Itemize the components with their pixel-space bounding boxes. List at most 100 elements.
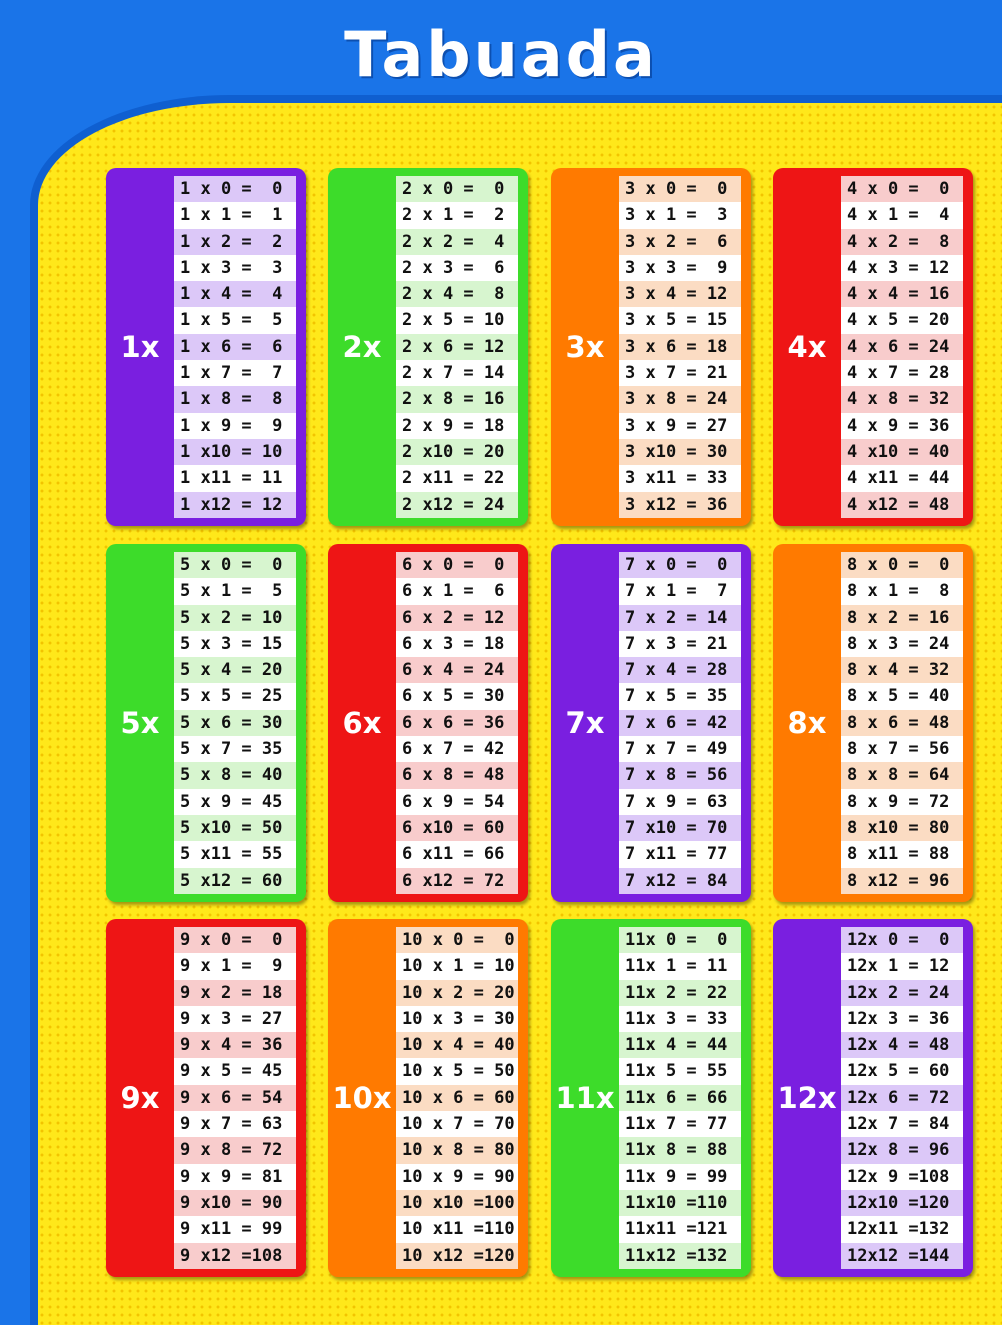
table-row: 9 x 9 = 81 [174,1163,296,1190]
times-table-card: 11x 11x 0 = 0 11x 1 = 11 11x 2 = 22 11x 3 = … [551,919,751,1277]
table-label: 8x [787,706,827,740]
table-row: 8 x10 = 80 [841,814,963,842]
times-table-card: 9x 9 x 0 = 09 x 1 = 99 x 2 = 18 9 x 3 = 27… [106,919,306,1277]
table-row: 2 x10 = 20 [396,438,518,466]
table-row: 1 x 3 = 3 [174,254,296,282]
table-row: 8 x 7 = 56 [841,736,963,763]
table-row: 11x 5 = 55 [619,1058,741,1085]
table-row: 9 x 4 = 36 [174,1032,296,1059]
table-row: 8 x 9 = 72 [841,788,963,815]
table-row: 7 x 3 = 21 [619,630,741,658]
table-row: 8 x 5 = 40 [841,683,963,710]
table-row: 11x12 =132 [619,1242,741,1269]
table-rows: 7 x 0 = 07 x 1 = 77 x 2 = 14 7 x 3 = 21 7 … [619,552,741,894]
table-row: 1 x11 = 11 [174,465,296,492]
table-row: 10 x 1 = 10 [396,953,518,980]
table-row: 12x 2 = 24 [841,979,963,1006]
table-row: 3 x 4 = 12 [619,281,741,308]
table-row: 7 x 8 = 56 [619,762,741,789]
table-row: 3 x 5 = 15 [619,307,741,334]
table-label: 6x [342,706,382,740]
table-row: 10 x 5 = 50 [396,1058,518,1085]
table-row: 10 x 9 = 90 [396,1163,518,1190]
table-row: 4 x 9 = 36 [841,412,963,439]
table-row: 4 x12 = 48 [841,491,963,518]
table-row: 8 x 3 = 24 [841,630,963,658]
table-row: 11x 4 = 44 [619,1032,741,1059]
table-row: 6 x 7 = 42 [396,736,518,763]
table-row: 5 x12 = 60 [174,867,296,894]
table-label: 4x [787,330,827,364]
table-row: 4 x11 = 44 [841,465,963,492]
page-title: Tabuada [344,18,658,91]
table-row: 1 x 9 = 9 [174,412,296,439]
table-row: 9 x12 =108 [174,1242,296,1269]
table-row: 2 x 3 = 6 [396,254,518,282]
table-row: 4 x 5 = 20 [841,307,963,334]
table-rows: 4 x 0 = 04 x 1 = 44 x 2 = 84 x 3 = 12 4 x… [841,176,963,518]
table-rows: 5 x 0 = 05 x 1 = 55 x 2 = 10 5 x 3 = 15 5 … [174,552,296,894]
table-row: 5 x 7 = 35 [174,736,296,763]
table-row: 9 x11 = 99 [174,1216,296,1243]
table-row: 9 x 5 = 45 [174,1058,296,1085]
table-row: 5 x 1 = 5 [174,578,296,605]
table-row: 7 x 5 = 35 [619,683,741,710]
table-row: 1 x 4 = 4 [174,281,296,308]
table-row: 2 x 4 = 8 [396,281,518,308]
table-row: 11x10 =110 [619,1189,741,1217]
table-row: 3 x12 = 36 [619,491,741,518]
table-row: 10 x 4 = 40 [396,1032,518,1059]
table-row: 6 x 5 = 30 [396,683,518,710]
table-row: 12x 5 = 60 [841,1058,963,1085]
table-row: 10 x 8 = 80 [396,1137,518,1164]
table-row: 6 x12 = 72 [396,867,518,894]
table-row: 5 x 6 = 30 [174,709,296,737]
table-row: 10 x 7 = 70 [396,1111,518,1138]
table-row: 6 x11 = 66 [396,841,518,868]
table-row: 1 x 7 = 7 [174,360,296,387]
table-row: 10 x12 =120 [396,1242,518,1269]
table-rows: 3 x 0 = 03 x 1 = 33 x 2 = 63 x 3 = 93 x … [619,176,741,518]
table-rows: 6 x 0 = 06 x 1 = 66 x 2 = 12 6 x 3 = 18 6 … [396,552,518,894]
table-row: 11x 1 = 11 [619,953,741,980]
table-row: 1 x10 = 10 [174,438,296,466]
table-row: 9 x 8 = 72 [174,1137,296,1164]
table-row: 12x11 =132 [841,1216,963,1243]
table-row: 4 x 7 = 28 [841,360,963,387]
table-row: 4 x 8 = 32 [841,386,963,413]
table-row: 7 x 2 = 14 [619,604,741,631]
times-table-card: 1x 1 x 0 = 01 x 1 = 11 x 2 = 21 x 3 = 31 … [106,168,306,526]
table-row: 1 x12 = 12 [174,491,296,518]
table-row: 5 x 3 = 15 [174,630,296,658]
table-row: 11x 8 = 88 [619,1137,741,1164]
table-row: 10 x10 =100 [396,1189,518,1217]
table-row: 3 x 3 = 9 [619,254,741,282]
table-row: 7 x 1 = 7 [619,578,741,605]
table-rows: 2 x 0 = 02 x 1 = 22 x 2 = 42 x 3 = 62 x … [396,176,518,518]
table-label: 3x [565,330,605,364]
table-row: 2 x 8 = 16 [396,386,518,413]
table-row: 11x 0 = 0 [619,927,741,954]
table-row: 2 x 9 = 18 [396,412,518,439]
table-row: 7 x 9 = 63 [619,788,741,815]
table-rows: 12x 0 = 0 12x 1 = 12 12x 2 = 24 12x 3 = 36 1… [841,927,963,1269]
table-row: 7 x10 = 70 [619,814,741,842]
table-row: 9 x 3 = 27 [174,1005,296,1033]
table-row: 3 x 0 = 0 [619,176,741,203]
table-row: 12x 6 = 72 [841,1084,963,1112]
table-row: 12x 1 = 12 [841,953,963,980]
table-row: 4 x 2 = 8 [841,228,963,255]
table-rows: 8 x 0 = 08 x 1 = 88 x 2 = 16 8 x 3 = 24 8 … [841,552,963,894]
table-row: 2 x 5 = 10 [396,307,518,334]
table-row: 5 x 4 = 20 [174,657,296,684]
times-table-card: 3x 3 x 0 = 03 x 1 = 33 x 2 = 63 x 3 = 93 … [551,168,751,526]
table-label: 11x [555,1081,615,1115]
table-row: 7 x 4 = 28 [619,657,741,684]
table-row: 8 x 1 = 8 [841,578,963,605]
table-label: 10x [332,1081,392,1115]
table-row: 6 x 2 = 12 [396,604,518,631]
table-row: 2 x11 = 22 [396,465,518,492]
table-row: 4 x 0 = 0 [841,176,963,203]
table-row: 1 x 6 = 6 [174,333,296,361]
table-row: 1 x 1 = 1 [174,202,296,229]
